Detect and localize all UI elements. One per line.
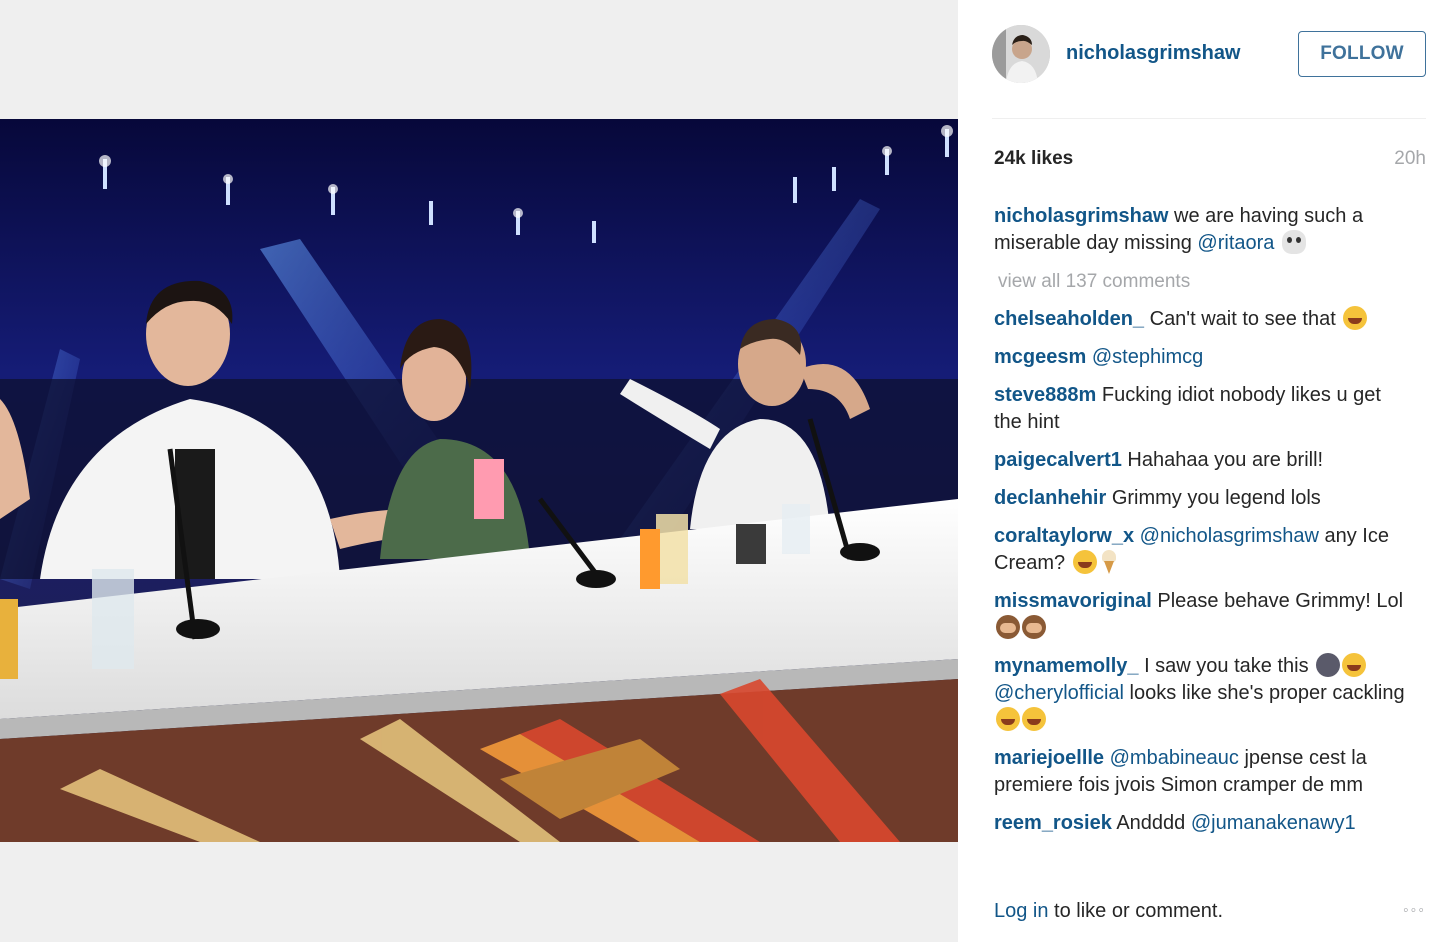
avatar[interactable] xyxy=(992,25,1050,83)
comment-text: Please behave Grimmy! Lol xyxy=(1151,590,1404,612)
username-link[interactable]: nicholasgrimshaw xyxy=(1066,42,1241,65)
comment-username[interactable]: mynamemolly_ xyxy=(994,655,1139,677)
laugh-icon xyxy=(1072,550,1097,574)
caption-mention[interactable]: @ritaora xyxy=(1197,232,1274,254)
post-photo[interactable] xyxy=(0,119,958,842)
moon-icon xyxy=(1316,653,1341,677)
comment-item: steve888m Fucking idiot nobody likes u g… xyxy=(994,382,1414,436)
skull-icon xyxy=(1281,230,1306,254)
laugh-icon xyxy=(1343,306,1368,330)
comment-item: mynamemolly_ I saw you take this @cheryl… xyxy=(994,653,1414,734)
view-all-comments-link[interactable]: view all 137 comments xyxy=(998,268,1414,295)
post-info-panel: nicholasgrimshaw FOLLOW 24k likes 20h ni… xyxy=(958,0,1440,942)
comment-mention[interactable]: @jumanakenawy1 xyxy=(1191,812,1356,834)
comment-text: Hahahaa you are brill! xyxy=(1121,449,1324,471)
comment-rows: chelseaholden_ Can't wait to see that mc… xyxy=(994,306,1414,837)
comment-text: Grimmy you legend lols xyxy=(1106,487,1321,509)
comment-username[interactable]: steve888m xyxy=(994,384,1096,406)
laugh-icon xyxy=(1022,707,1046,731)
comment-username[interactable]: declanhehir xyxy=(994,487,1106,509)
comment-username[interactable]: reem_rosiek xyxy=(994,812,1112,834)
monkey-icon xyxy=(1022,615,1046,639)
comment-mention[interactable]: @nicholasgrimshaw xyxy=(1140,525,1319,547)
likes-count[interactable]: 24k likes xyxy=(994,148,1073,170)
post-timestamp[interactable]: 20h xyxy=(1394,148,1426,170)
comment-username[interactable]: missmavoriginal xyxy=(994,590,1152,612)
comment-item: mcgeesm @stephimcg xyxy=(994,344,1414,371)
comments-list[interactable]: nicholasgrimshaw we are having such a mi… xyxy=(994,203,1414,863)
login-link[interactable]: Log in xyxy=(994,900,1049,922)
monkey-icon xyxy=(996,615,1020,639)
comment-item: chelseaholden_ Can't wait to see that xyxy=(994,306,1414,333)
post-media-pane xyxy=(0,0,958,942)
laugh-icon xyxy=(1342,653,1367,677)
caption-username[interactable]: nicholasgrimshaw xyxy=(994,205,1169,227)
icecream-icon xyxy=(1099,550,1119,574)
comment-item: mariejoellle @mbabineauc jpense cest la … xyxy=(994,745,1414,799)
follow-button[interactable]: FOLLOW xyxy=(1298,31,1426,77)
comment-item: missmavoriginal Please behave Grimmy! Lo… xyxy=(994,588,1414,642)
post-header: nicholasgrimshaw FOLLOW xyxy=(958,0,1440,109)
comment-username[interactable]: mcgeesm xyxy=(994,346,1086,368)
comment-username[interactable]: chelseaholden_ xyxy=(994,308,1144,330)
caption: nicholasgrimshaw we are having such a mi… xyxy=(994,203,1414,257)
comment-mention[interactable]: @mbabineauc xyxy=(1110,747,1239,769)
comment-username[interactable]: paigecalvert1 xyxy=(994,449,1122,471)
header-divider xyxy=(992,118,1426,119)
laugh-icon xyxy=(996,707,1020,731)
comment-item: coraltaylorw_x @nicholasgrimshaw any Ice… xyxy=(994,523,1414,577)
comment-text: Can't wait to see that xyxy=(1144,308,1342,330)
comment-item: reem_rosiek Andddd @jumanakenawy1 xyxy=(994,810,1414,837)
footer-prompt: Log in to like or comment. xyxy=(994,900,1223,923)
footer-text: to like or comment. xyxy=(1048,900,1224,922)
comment-username[interactable]: mariejoellle xyxy=(994,747,1104,769)
user-photo-icon xyxy=(992,25,1050,83)
comment-item: paigecalvert1 Hahahaa you are brill! xyxy=(994,447,1414,474)
more-options-icon[interactable]: ◦◦◦ xyxy=(1403,902,1426,920)
comment-item: declanhehir Grimmy you legend lols xyxy=(994,485,1414,512)
comment-text: Andddd xyxy=(1111,812,1191,834)
comment-text: I saw you take this xyxy=(1138,655,1315,677)
photo-illustration xyxy=(0,119,958,842)
comment-username[interactable]: coraltaylorw_x xyxy=(994,525,1134,547)
comment-text: looks like she's proper cackling xyxy=(1123,682,1405,704)
comment-mention[interactable]: @cherylofficial xyxy=(994,682,1124,704)
comment-mention[interactable]: @stephimcg xyxy=(1092,346,1203,368)
